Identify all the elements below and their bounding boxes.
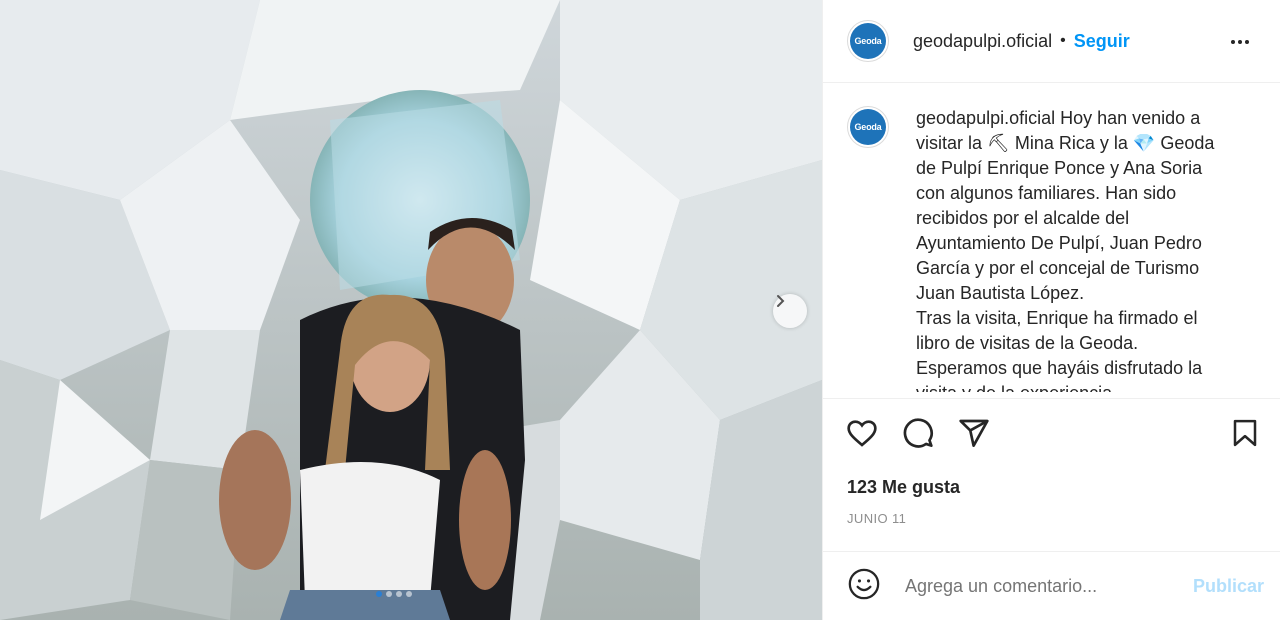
post-side-panel: Geoda geodapulpi.oficial • Seguir Geoda … <box>822 0 1280 620</box>
comment-input[interactable] <box>903 574 1193 598</box>
more-options-button[interactable] <box>1228 30 1252 59</box>
send-icon <box>959 419 989 447</box>
bookmark-icon <box>1233 419 1257 447</box>
caption-section: Geoda geodapulpi.oficial Hoy han venido … <box>823 84 1280 392</box>
comment-icon <box>903 418 933 448</box>
likes-count[interactable]: 123 Me gusta <box>847 477 960 498</box>
carousel-dot <box>376 591 382 597</box>
comment-button[interactable] <box>901 417 935 454</box>
cave-photo-illustration <box>0 0 822 620</box>
caption-text: Hoy han venido a visitar la ⛏ Mina Rica … <box>916 108 1215 392</box>
emoji-button[interactable] <box>847 567 881 606</box>
avatar-logo: Geoda <box>850 109 886 145</box>
post-photo[interactable] <box>0 0 822 620</box>
post-date[interactable]: JUNIO 11 <box>847 511 906 526</box>
carousel-dot <box>396 591 402 597</box>
caption-username[interactable]: geodapulpi.oficial <box>916 108 1055 128</box>
emoji-icon <box>848 568 880 599</box>
more-options-icon <box>1231 40 1249 44</box>
post-header: Geoda geodapulpi.oficial • Seguir <box>823 0 1280 83</box>
next-photo-button[interactable] <box>773 294 807 328</box>
post-actions: 123 Me gusta JUNIO 11 <box>823 398 1280 552</box>
comment-form: Publicar <box>823 552 1280 620</box>
chevron-right-icon <box>777 295 785 307</box>
share-button[interactable] <box>957 417 991 454</box>
carousel-dot <box>386 591 392 597</box>
carousel-dot <box>406 591 412 597</box>
avatar[interactable]: Geoda <box>847 20 889 62</box>
save-button[interactable] <box>1230 417 1260 454</box>
follow-button[interactable]: Seguir <box>1074 31 1130 52</box>
carousel-indicator <box>376 591 412 597</box>
username-link[interactable]: geodapulpi.oficial <box>913 31 1052 52</box>
separator-dot: • <box>1060 32 1066 49</box>
like-button[interactable] <box>845 417 879 454</box>
publish-button[interactable]: Publicar <box>1193 576 1264 597</box>
post-caption: geodapulpi.oficial Hoy han venido a visi… <box>916 106 1232 392</box>
avatar-logo: Geoda <box>850 23 886 59</box>
action-icons <box>845 417 1260 453</box>
caption-avatar[interactable]: Geoda <box>847 106 889 148</box>
heart-icon <box>847 420 877 447</box>
